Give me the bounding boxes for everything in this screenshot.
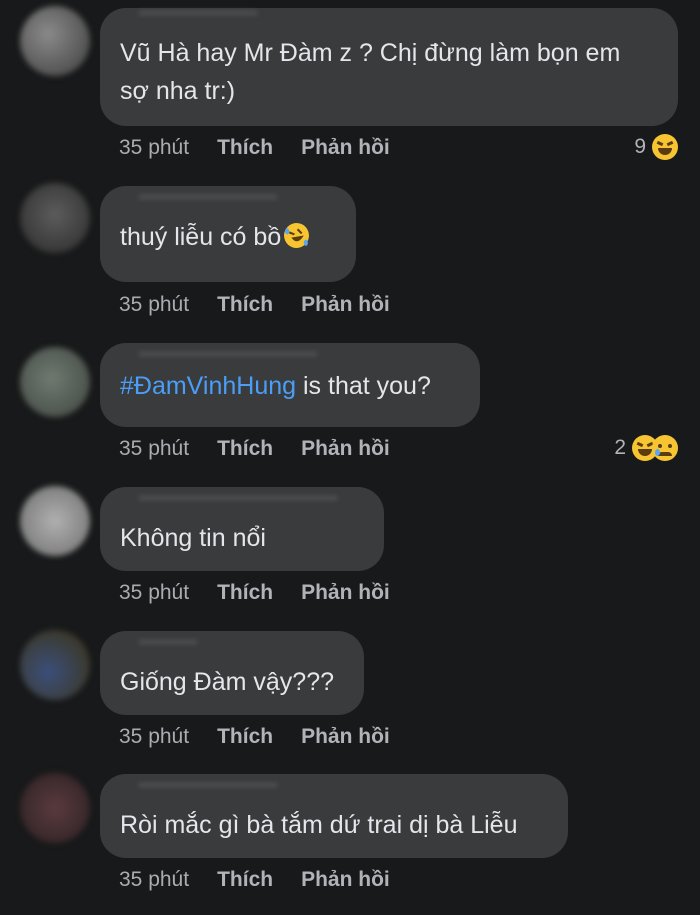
timestamp: 35 phút (119, 868, 190, 891)
comment-meta: 35 phút Thích Phản hồi (119, 725, 390, 749)
like-button[interactable]: Thích (217, 293, 273, 316)
comment-bubble: Vũ Hà hay Mr Đàm z ? Chị đừng làm bọn em… (100, 8, 678, 126)
author-name-redacted[interactable] (120, 343, 460, 365)
timestamp: 35 phút (119, 581, 190, 604)
like-button[interactable]: Thích (217, 868, 273, 891)
comment-bubble: thuý liễu có bồ (100, 186, 356, 282)
reply-button[interactable]: Phản hồi (301, 136, 390, 159)
avatar[interactable] (20, 347, 90, 417)
comment-meta: 35 phút Thích Phản hồi (119, 136, 390, 160)
comment-text-line: Không tin nổi (120, 524, 266, 552)
like-button[interactable]: Thích (217, 437, 273, 460)
reply-button[interactable]: Phản hồi (301, 581, 390, 604)
comment-meta: 35 phút Thích Phản hồi (119, 581, 390, 605)
comment-text-line: Vũ Hà hay Mr Đàm z ? Chị đừng làm bọn em (120, 39, 621, 67)
hashtag-link[interactable]: #ĐamVinhHung (120, 372, 296, 400)
comment-list: Vũ Hà hay Mr Đàm z ? Chị đừng làm bọn em… (0, 0, 700, 915)
avatar[interactable] (20, 773, 90, 843)
reaction-summary[interactable]: 2 (614, 435, 678, 461)
reply-button[interactable]: Phản hồi (301, 868, 390, 891)
comment-bubble: Giống Đàm vậy??? (100, 631, 364, 715)
author-name-redacted[interactable] (120, 774, 548, 796)
author-name-redacted[interactable] (120, 8, 658, 30)
comment-bubble: Ròi mắc gì bà tắm dứ trai dị bà Liễu (100, 774, 568, 858)
like-button[interactable]: Thích (217, 725, 273, 748)
author-name-redacted[interactable] (120, 186, 336, 208)
comment-text-line: thuý liễu có bồ (120, 218, 336, 256)
comment-text-line: Ròi mắc gì bà tắm dứ trai dị bà Liễu (120, 811, 518, 839)
reply-button[interactable]: Phản hồi (301, 293, 390, 316)
comment-meta: 35 phút Thích Phản hồi (119, 293, 390, 317)
timestamp: 35 phút (119, 136, 190, 159)
comment-text-line: sợ nha tr:) (120, 77, 236, 105)
sad-emoji-icon (652, 435, 678, 461)
avatar[interactable] (20, 630, 90, 700)
reply-button[interactable]: Phản hồi (301, 725, 390, 748)
reply-button[interactable]: Phản hồi (301, 437, 390, 460)
rofl-emoji-icon (284, 223, 310, 248)
comment-text-line: Giống Đàm vậy??? (120, 668, 335, 696)
comment-meta: 35 phút Thích Phản hồi (119, 868, 390, 892)
comment-meta: 35 phút Thích Phản hồi (119, 437, 390, 461)
like-button[interactable]: Thích (217, 581, 273, 604)
laughing-emoji-icon (652, 134, 678, 160)
avatar[interactable] (20, 486, 90, 556)
timestamp: 35 phút (119, 725, 190, 748)
reaction-summary[interactable]: 9 (634, 134, 678, 160)
like-button[interactable]: Thích (217, 136, 273, 159)
author-name-redacted[interactable] (120, 487, 364, 509)
avatar[interactable] (20, 6, 90, 76)
timestamp: 35 phút (119, 293, 190, 316)
timestamp: 35 phút (119, 437, 190, 460)
comment-bubble: Không tin nổi (100, 487, 384, 571)
avatar[interactable] (20, 183, 90, 253)
comment-bubble: #ĐamVinhHung is that you? (100, 343, 480, 427)
comment-text-line: #ĐamVinhHung is that you? (120, 372, 431, 400)
author-name-redacted[interactable] (120, 631, 344, 653)
reaction-count: 9 (634, 135, 646, 158)
reaction-count: 2 (614, 436, 626, 459)
